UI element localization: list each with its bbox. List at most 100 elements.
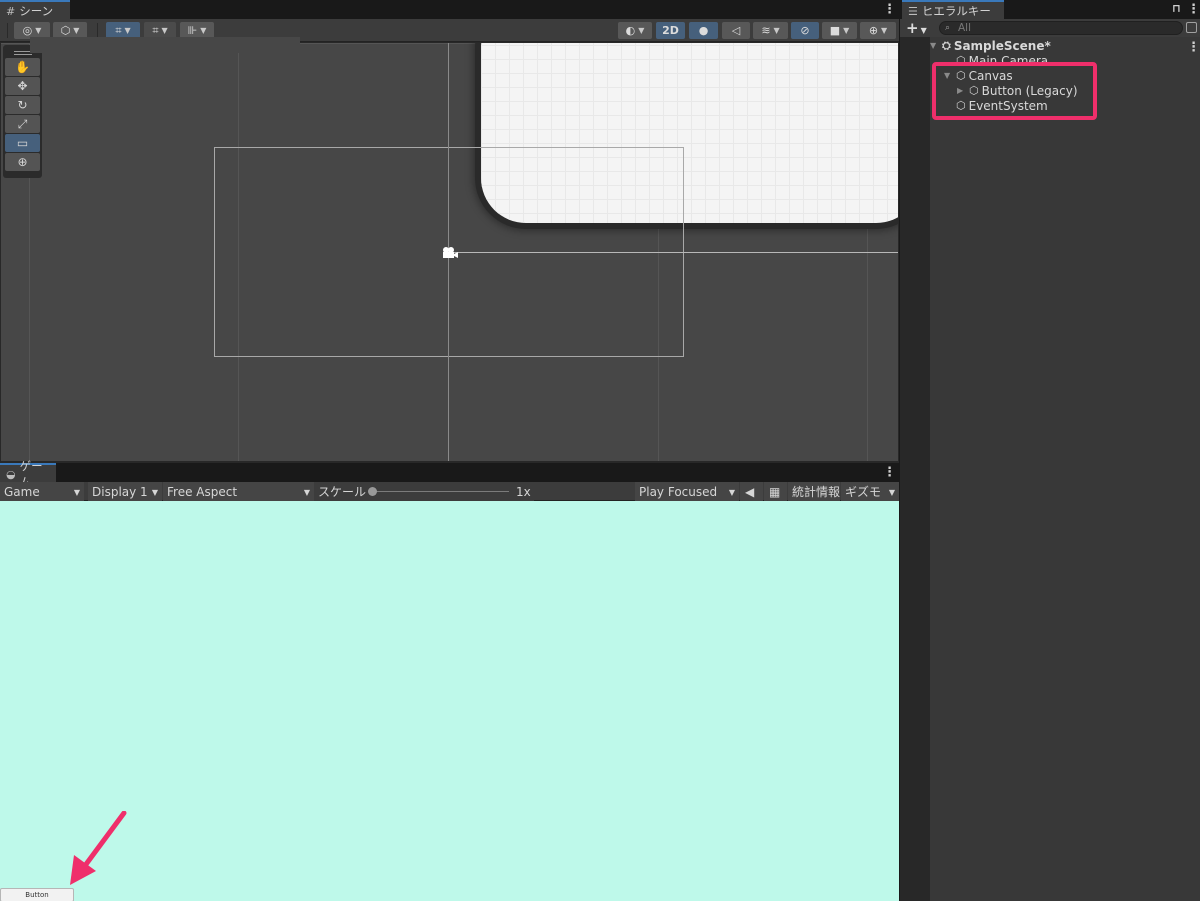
- visibility-toggle-button[interactable]: ⊘: [791, 22, 819, 39]
- mute-audio-button[interactable]: ◀: [740, 482, 763, 501]
- scene-viewport[interactable]: [1, 43, 898, 461]
- unity-logo-icon: ⛭: [942, 38, 951, 52]
- toolbar-separator: [7, 23, 8, 38]
- tab-scene[interactable]: # シーン: [0, 0, 70, 19]
- create-button[interactable]: + ▼: [906, 19, 927, 37]
- 2d-toggle-label: 2D: [662, 24, 679, 37]
- view-mode-dropdown[interactable]: Game ▼: [0, 482, 84, 501]
- display-value: Display 1: [92, 484, 148, 499]
- camera-settings-button[interactable]: ■ ▼: [822, 22, 857, 39]
- scale-slider-handle[interactable]: [368, 487, 377, 496]
- chevron-down-icon: ▼: [888, 488, 895, 497]
- chevron-down-icon: ▼: [73, 488, 80, 497]
- move-tool-button[interactable]: ✥: [5, 77, 40, 95]
- lighting-toggle-button[interactable]: ●: [689, 22, 718, 39]
- arrow-icon: [66, 810, 130, 890]
- chevron-down-icon: ▼: [151, 488, 158, 497]
- game-view[interactable]: Button: [0, 501, 899, 901]
- stats-button[interactable]: 統計情報: [788, 482, 840, 501]
- scale-value-label: 1x: [516, 484, 531, 499]
- annotation-highlight-box: [932, 62, 1097, 120]
- toolbar-separator: [97, 23, 98, 38]
- list-icon: ☰: [908, 4, 918, 18]
- hierarchy-tree: [930, 37, 1200, 901]
- scene-menu-icon[interactable]: ⋮: [883, 2, 896, 17]
- hierarchy-scene-row[interactable]: [30, 37, 300, 53]
- aspect-value: Free Aspect: [167, 484, 238, 499]
- grid-snap-icon: ⌗: [115, 23, 122, 37]
- render-mode-button[interactable]: ◐ ▼: [618, 22, 652, 39]
- scene-panel: # シーン ⋮ ◎ ▼ ⬡ ▼ ⌗ ▼ ⌗ ▼ ⊪ ▼ ◐ ▼ 2D ● ◁ ≋…: [0, 0, 899, 463]
- gamepad-icon: ◒: [6, 467, 16, 481]
- scale-value: 1x: [512, 482, 536, 501]
- eye-slash-icon: ⊘: [800, 24, 810, 37]
- snap-increment-icon: ⌗: [152, 23, 159, 37]
- lightbulb-icon: ●: [698, 24, 709, 37]
- hierarchy-scene-item[interactable]: ▼ ⛭ SampleScene*: [930, 38, 1051, 53]
- camera-gizmo-icon[interactable]: [441, 246, 459, 263]
- chevron-down-icon: ▼: [920, 26, 927, 35]
- audio-toggle-button[interactable]: ◁: [722, 22, 750, 39]
- layers-icon: ≋: [761, 24, 771, 37]
- chevron-down-icon: ▼: [638, 26, 645, 35]
- scale-slider-track[interactable]: [372, 491, 509, 492]
- draw-mode-icon: ◎: [22, 24, 33, 37]
- game-ui-button-label: Button: [25, 891, 49, 899]
- search-filter-icon[interactable]: [1186, 22, 1197, 33]
- chevron-down-icon: ▼: [303, 488, 310, 497]
- expand-arrow-icon[interactable]: ▼: [930, 41, 942, 50]
- hierarchy-menu-icon[interactable]: ⋮: [1187, 2, 1200, 17]
- circle-icon: ◐: [625, 24, 636, 37]
- hierarchy-toolbar: + ▼ ⌕ All: [900, 19, 1200, 37]
- game-tabbar: ◒ ゲーム ⋮: [0, 459, 899, 489]
- search-input[interactable]: ⌕ All: [939, 21, 1183, 35]
- tab-game[interactable]: ◒ ゲーム: [0, 459, 56, 489]
- hand-icon: ✋: [15, 60, 30, 74]
- aspect-dropdown[interactable]: Free Aspect ▼: [163, 482, 314, 501]
- game-toolbar: Game ▼ Display 1 ▼ Free Aspect ▼ スケール 1x…: [0, 482, 899, 501]
- hierarchy-panel: ☰ ヒエラルキー ⊓ ⋮ + ▼ ⌕ All: [900, 0, 1200, 901]
- rect-tool-button[interactable]: ▭: [5, 134, 40, 152]
- grid-icon: #: [6, 4, 16, 18]
- effects-button[interactable]: ≋ ▼: [753, 22, 788, 39]
- transform-tool-button[interactable]: ⊕: [5, 153, 40, 171]
- scene-name: SampleScene*: [953, 38, 1051, 53]
- tab-hierarchy[interactable]: ☰ ヒエラルキー: [902, 0, 1004, 19]
- scene-row-menu-icon[interactable]: ⋮: [1187, 40, 1200, 55]
- stats-label: 統計情報: [792, 485, 841, 499]
- plus-icon: +: [906, 19, 919, 37]
- audio-mute-icon: ◁: [731, 24, 741, 37]
- gizmos-dropdown[interactable]: ギズモ ▼: [841, 482, 899, 501]
- chevron-down-icon: ▼: [881, 26, 888, 35]
- scene-axis-horizontal: [449, 252, 898, 253]
- rotate-tool-button[interactable]: ↻: [5, 96, 40, 114]
- chevron-down-icon: ▼: [35, 26, 42, 35]
- gizmos-button[interactable]: ⊕ ▼: [860, 22, 896, 39]
- play-mode-value: Play Focused: [639, 484, 718, 499]
- shortcuts-button[interactable]: ▦: [764, 482, 787, 501]
- game-ui-button[interactable]: Button: [0, 888, 74, 901]
- keyboard-icon: ▦: [769, 484, 781, 499]
- scale-icon: ⤢: [17, 116, 28, 131]
- hierarchy-tabbar: ☰ ヒエラルキー ⊓ ⋮: [900, 0, 1200, 19]
- gizmos-label: ギズモ: [845, 485, 882, 499]
- play-mode-dropdown[interactable]: Play Focused ▼: [635, 482, 739, 501]
- game-menu-icon[interactable]: ⋮: [883, 465, 896, 480]
- hand-tool-button[interactable]: ✋: [5, 58, 40, 76]
- chevron-down-icon: ▼: [200, 26, 207, 35]
- align-icon: ⊪: [187, 24, 198, 37]
- globe-icon: ⊕: [868, 24, 879, 37]
- scale-tool-button[interactable]: ⤢: [5, 115, 40, 133]
- transform-icon: ⊕: [17, 155, 28, 169]
- cube-icon: ⬡: [60, 24, 71, 37]
- scene-tabbar: # シーン ⋮: [0, 0, 899, 19]
- tool-palette: ✋ ✥ ↻ ⤢ ▭ ⊕: [3, 45, 42, 178]
- display-dropdown[interactable]: Display 1 ▼: [88, 482, 162, 501]
- lock-icon[interactable]: ⊓: [1172, 2, 1181, 15]
- video-camera-icon: ■: [829, 24, 841, 37]
- 2d-toggle-button[interactable]: 2D: [656, 22, 685, 39]
- tab-scene-label: シーン: [19, 4, 54, 18]
- move-icon: ✥: [17, 79, 28, 93]
- scale-label: スケール: [318, 485, 367, 499]
- speaker-icon: ◀: [745, 484, 755, 499]
